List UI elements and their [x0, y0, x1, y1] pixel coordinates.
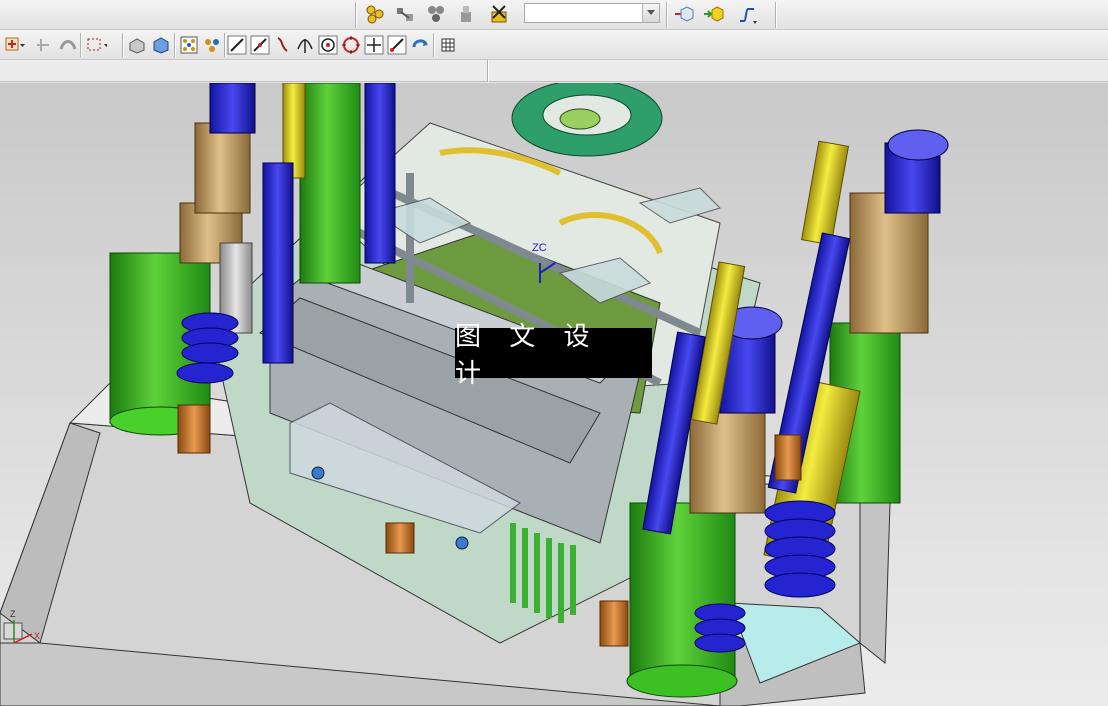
line-end-icon[interactable]	[226, 34, 248, 56]
table-grid-icon[interactable]	[437, 34, 459, 56]
toolbar-separator	[174, 33, 175, 57]
secondary-toolbar-strip	[0, 60, 1108, 82]
stop-pin	[599, 600, 629, 647]
mold-assembly-model: ZC Z X	[0, 83, 949, 706]
sketch-curve-icon[interactable]	[736, 3, 758, 25]
watermark-label: 图 文 设 计	[455, 322, 652, 389]
center-point-icon[interactable]	[317, 34, 339, 56]
cross-point-icon[interactable]	[363, 34, 385, 56]
mate-pattern-icon[interactable]	[425, 3, 447, 25]
shaded-view-icon[interactable]	[126, 34, 148, 56]
toolbar-separator	[433, 33, 434, 57]
curve-icon[interactable]	[272, 34, 294, 56]
view-cube-icon[interactable]	[673, 3, 695, 25]
point-on-face-icon[interactable]	[178, 34, 200, 56]
move-component-icon[interactable]	[455, 3, 477, 25]
stop-pin	[774, 434, 802, 481]
assembly-constraints-icon[interactable]	[364, 3, 386, 25]
arc-tangent-icon[interactable]	[386, 34, 408, 56]
stop-pin	[385, 522, 415, 554]
intersection-icon[interactable]	[294, 34, 316, 56]
toolbar-separator	[122, 33, 123, 57]
return-pin	[262, 162, 294, 364]
remove-constraint-icon[interactable]	[488, 3, 510, 25]
triad-x-label: X	[34, 631, 40, 641]
graphics-viewport[interactable]: ZC Z X	[0, 83, 1108, 706]
toolbar-separator	[224, 33, 225, 57]
solid-view-icon[interactable]	[150, 34, 172, 56]
ejector-guide-pin	[800, 140, 850, 246]
top-toolbar	[0, 0, 1108, 30]
snap-point-icon[interactable]	[34, 34, 56, 56]
toolbar-separator	[80, 33, 81, 57]
spring-left	[176, 312, 239, 384]
filter-combo[interactable]	[524, 3, 660, 23]
selection-filter-icon[interactable]	[4, 34, 26, 56]
rectangle-select-icon[interactable]	[85, 34, 107, 56]
mold-base-side-right	[859, 482, 891, 665]
toolbar-separator	[355, 2, 356, 28]
leader-pin-back-left	[299, 83, 361, 284]
wcs-label: ZC	[532, 242, 547, 254]
stop-pin	[177, 404, 211, 454]
toolbar-separator	[666, 2, 667, 28]
rotate-view-icon[interactable]	[409, 34, 431, 56]
quadrant-icon[interactable]	[340, 34, 362, 56]
return-pin	[364, 83, 396, 264]
toolbar-separator	[487, 60, 488, 82]
chevron-down-icon[interactable]	[642, 4, 659, 22]
grid-snap-icon[interactable]	[201, 34, 223, 56]
line-mid-icon[interactable]	[249, 34, 271, 56]
toolbar-separator	[775, 2, 776, 28]
snap-curve-icon[interactable]	[57, 34, 79, 56]
triad-z-label: Z	[10, 609, 16, 619]
add-component-icon[interactable]	[703, 3, 725, 25]
snap-toolbar	[0, 30, 1108, 60]
component-array-icon[interactable]	[394, 3, 416, 25]
